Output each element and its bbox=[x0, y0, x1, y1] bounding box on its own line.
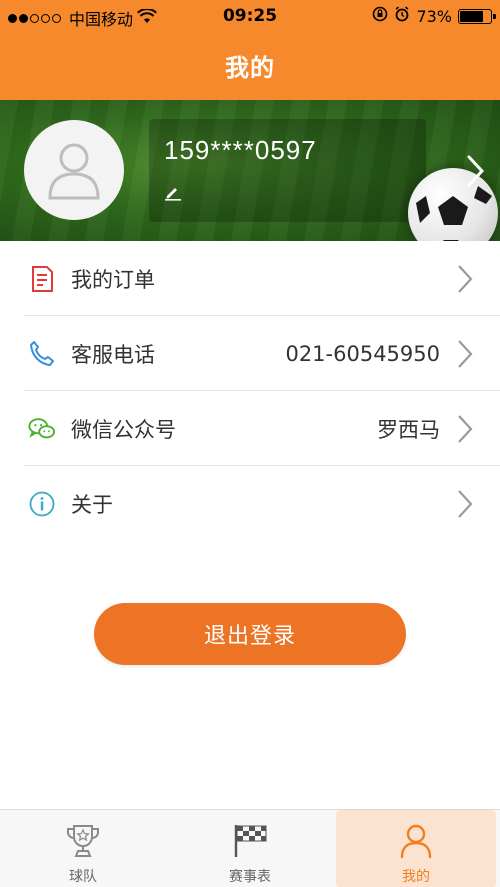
chevron-right-icon bbox=[457, 489, 473, 523]
menu-item-label: 关于 bbox=[71, 492, 113, 517]
account-info-box[interactable]: 159****0597 bbox=[149, 119, 426, 222]
menu-item-label: 微信公众号 bbox=[71, 417, 176, 442]
chevron-right-icon bbox=[457, 414, 473, 448]
tab-team[interactable]: 球队 bbox=[0, 810, 166, 887]
alarm-icon bbox=[394, 6, 410, 26]
status-right: 73% bbox=[372, 6, 496, 26]
menu-item-about[interactable]: 关于 bbox=[0, 466, 500, 541]
person-icon bbox=[48, 143, 100, 200]
phone-icon bbox=[28, 340, 56, 368]
battery-fill bbox=[460, 10, 484, 22]
wechat-icon bbox=[28, 415, 56, 443]
edit-icon[interactable] bbox=[164, 183, 182, 205]
profile-chevron-icon[interactable] bbox=[466, 154, 486, 192]
tab-label: 我的 bbox=[402, 869, 430, 885]
battery-percent: 73% bbox=[416, 6, 452, 26]
page-title: 我的 bbox=[225, 54, 275, 82]
info-icon bbox=[28, 490, 56, 518]
menu-item-value: 021-60545950 bbox=[285, 341, 440, 366]
status-bar: 中国移动 09:25 73% bbox=[0, 0, 500, 34]
menu-item-label: 我的订单 bbox=[71, 267, 155, 292]
rotation-lock-icon bbox=[372, 6, 388, 26]
chevron-right-icon bbox=[457, 339, 473, 373]
menu-item-label: 客服电话 bbox=[71, 342, 155, 367]
settings-menu: 我的订单 客服电话 021-60545950 微信公众号 罗西马 关于 bbox=[0, 241, 500, 541]
avatar[interactable] bbox=[24, 120, 124, 220]
order-icon bbox=[28, 265, 56, 293]
profile-banner[interactable]: 159****0597 bbox=[0, 100, 500, 241]
tab-schedule[interactable]: 赛事表 bbox=[167, 810, 333, 887]
menu-item-orders[interactable]: 我的订单 bbox=[0, 241, 500, 316]
trophy-icon bbox=[64, 822, 102, 860]
tab-bar: 球队 赛事表 我的 bbox=[0, 809, 500, 887]
battery-icon bbox=[458, 8, 496, 24]
menu-item-hotline[interactable]: 客服电话 021-60545950 bbox=[0, 316, 500, 391]
flag-icon bbox=[232, 822, 268, 860]
menu-item-value: 罗西马 bbox=[377, 417, 440, 442]
top-bar: 中国移动 09:25 73% 我的 bbox=[0, 0, 500, 100]
logout-button[interactable]: 退出登录 bbox=[94, 603, 406, 665]
tab-label: 球队 bbox=[69, 869, 97, 885]
menu-item-wechat[interactable]: 微信公众号 罗西马 bbox=[0, 391, 500, 466]
tab-label: 赛事表 bbox=[229, 869, 271, 885]
tab-mine[interactable]: 我的 bbox=[336, 810, 496, 887]
chevron-right-icon bbox=[457, 264, 473, 298]
person-icon bbox=[399, 822, 433, 860]
phone-number: 159****0597 bbox=[164, 135, 317, 165]
